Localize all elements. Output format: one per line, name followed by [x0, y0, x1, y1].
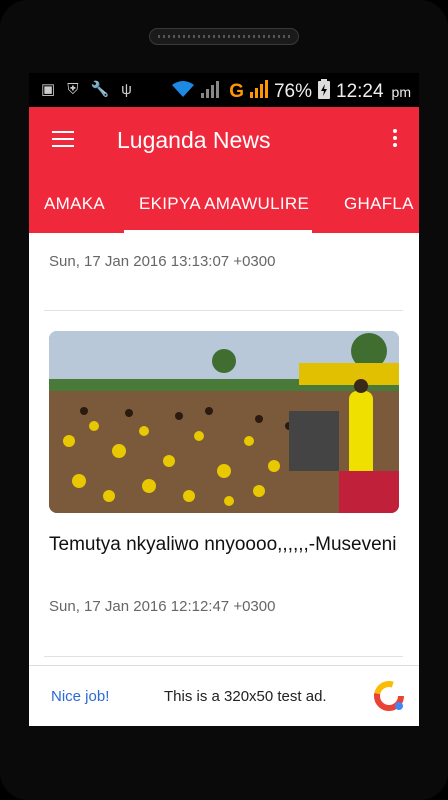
tab-ekipya-amawulire[interactable]: EKIPYA AMAWULIRE [139, 194, 309, 214]
divider [44, 656, 403, 657]
more-options-icon[interactable] [393, 129, 397, 150]
divider [44, 310, 403, 311]
tab-ghafla[interactable]: GHAFLA [344, 194, 414, 214]
ad-logo-icon [373, 680, 405, 712]
shield-icon: ⛨ [67, 81, 79, 98]
signal-icon [201, 80, 223, 103]
ad-banner[interactable]: Nice job! This is a 320x50 test ad. [29, 665, 419, 726]
hamburger-menu-icon[interactable] [52, 131, 74, 147]
signal-icon-2 [249, 80, 268, 103]
wifi-icon [171, 80, 195, 103]
speaker-grille [149, 28, 299, 45]
ad-nice-label: Nice job! [51, 688, 110, 705]
article-list[interactable]: Sun, 17 Jan 2016 13:13:07 +0300 Temutya … [29, 233, 419, 665]
article-date: Sun, 17 Jan 2016 13:13:07 +0300 [49, 253, 276, 270]
carrier-icon: G [229, 80, 244, 102]
clock-ampm: pm [391, 83, 411, 100]
usb-icon: ψ [121, 81, 132, 98]
battery-percent: 76% [273, 80, 312, 102]
ad-text: This is a 320x50 test ad. [164, 688, 327, 705]
tab-bar: AMAKA EKIPYA AMAWULIRE GHAFLA [29, 171, 419, 233]
app-bar: Luganda News [29, 107, 419, 171]
tab-amaka[interactable]: AMAKA [44, 194, 105, 214]
article-headline[interactable]: Temutya nkyaliwo nnyoooo,,,,,,-Museveni [49, 533, 399, 557]
article-image[interactable] [49, 331, 399, 513]
rally-photo [49, 331, 399, 513]
screen: ▣ ⛨ 🔧 ψ G 76% 12:24 pm Luganda News AMAK… [29, 73, 419, 726]
app-title: Luganda News [117, 127, 271, 153]
phone-frame: ▣ ⛨ 🔧 ψ G 76% 12:24 pm Luganda News AMAK… [0, 0, 448, 800]
clock-time: 12:24 [336, 80, 384, 102]
status-bar: ▣ ⛨ 🔧 ψ G 76% 12:24 pm [29, 73, 419, 107]
notification-icon: ▣ [41, 81, 56, 98]
battery-icon [318, 79, 330, 104]
wrench-icon: 🔧 [90, 81, 110, 98]
article-date: Sun, 17 Jan 2016 12:12:47 +0300 [49, 598, 276, 615]
